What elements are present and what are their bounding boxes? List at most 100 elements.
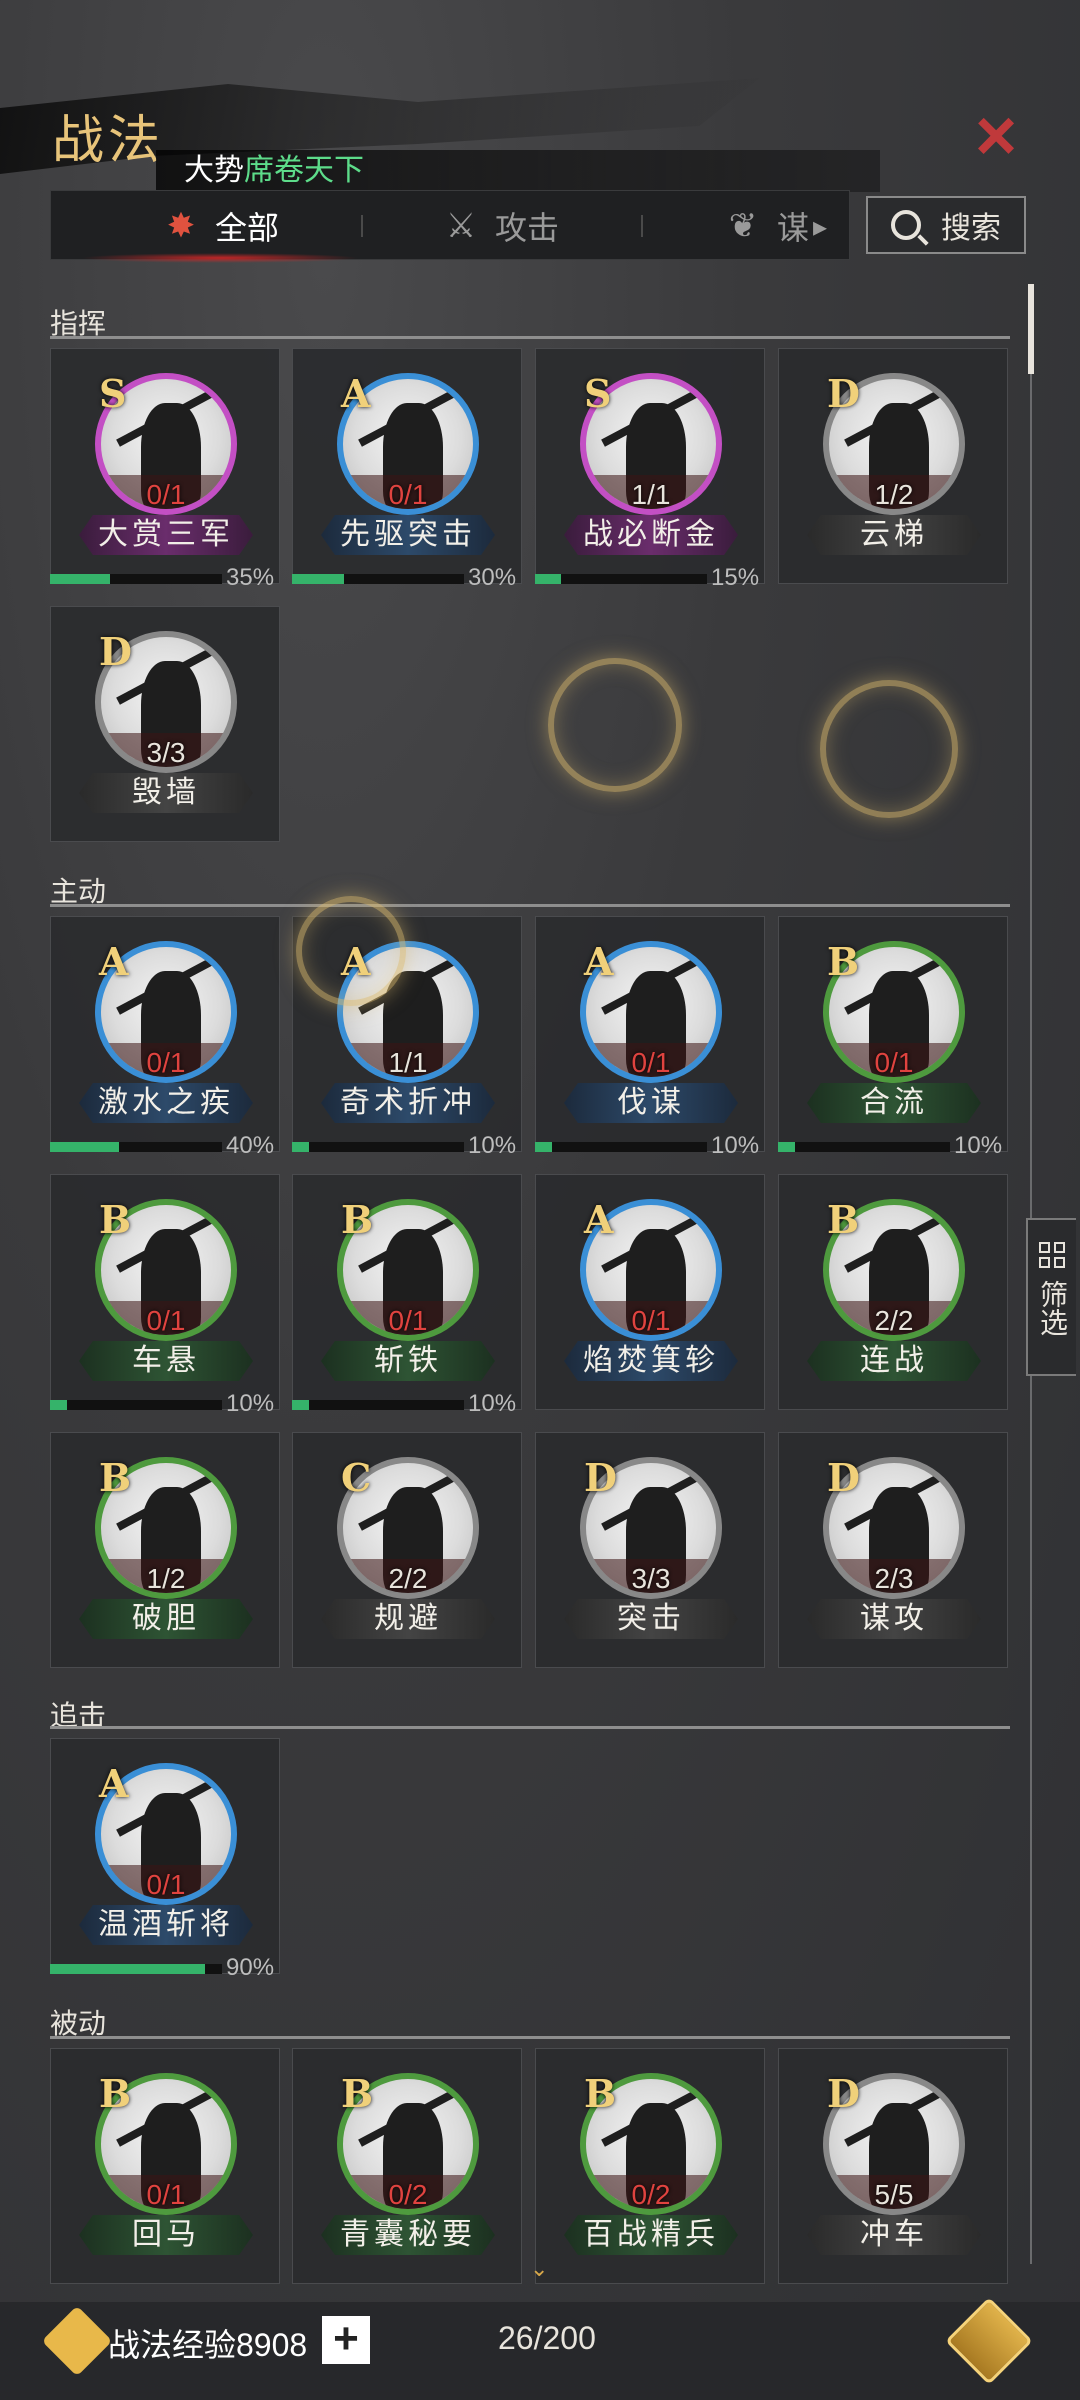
tactic-name: 车悬	[79, 1341, 253, 1381]
grade-badge: S	[584, 371, 612, 416]
tactic-count: 1/1	[388, 1047, 428, 1078]
unlock-progress-percent: 30%	[468, 564, 517, 591]
tactic-card[interactable]: A 0/1 焰焚箕轸	[535, 1174, 765, 1410]
tactic-card[interactable]: A 0/1 伐谋	[535, 916, 765, 1152]
tactic-card[interactable]: S 1/1 战必断金	[535, 348, 765, 584]
category-tabs: ✸ 全部 ⚔ 攻击 ❦ 谋 ▸	[50, 190, 850, 263]
tactic-count: 1/2	[146, 1563, 186, 1594]
tactic-exp-label: 战法经验8908	[108, 2327, 308, 2363]
tactic-count: 1/1	[631, 479, 671, 510]
section-divider	[50, 1726, 1010, 1729]
unlock-progress-percent: 10%	[468, 1390, 517, 1417]
tactic-card[interactable]: C 2/2 规避	[292, 1432, 522, 1668]
unlock-progress-fill	[50, 1400, 68, 1410]
tactic-name: 伐谋	[564, 1083, 738, 1123]
tactic-count: 0/2	[388, 2179, 428, 2210]
add-exp-button[interactable]: +	[322, 2316, 370, 2364]
unlock-progress-fill	[292, 574, 344, 584]
grade-badge: D	[827, 1455, 860, 1500]
tactic-card[interactable]: B 0/1 合流	[778, 916, 1008, 1152]
tactic-count: 0/1	[388, 479, 428, 510]
scroll-bundle-icon: ✸	[166, 207, 196, 245]
tab-divider	[641, 215, 643, 237]
tactic-name: 斩铁	[321, 1341, 495, 1381]
tactic-name: 温酒斩将	[79, 1905, 253, 1945]
tactic-count: 0/1	[146, 2179, 186, 2210]
glow-ring-effect	[820, 680, 958, 818]
tab-divider	[361, 215, 363, 237]
tactic-card[interactable]: D 1/2 云梯	[778, 348, 1008, 584]
unlock-progress-percent: 15%	[711, 564, 760, 591]
grade-badge: A	[584, 1197, 614, 1242]
unlock-progress-fill	[535, 574, 561, 584]
tab-all[interactable]: ✸ 全部	[80, 191, 360, 263]
tactic-name: 青囊秘要	[321, 2215, 495, 2255]
tactic-card[interactable]: B 0/1 车悬	[50, 1174, 280, 1410]
grade-badge: B	[99, 2071, 132, 2116]
tactic-card[interactable]: A 0/1 温酒斩将	[50, 1738, 280, 1974]
tactic-card[interactable]: A 0/1 激水之疾	[50, 916, 280, 1152]
tactic-count: 3/3	[146, 737, 186, 768]
search-button[interactable]: 搜索	[866, 196, 1026, 254]
scrollbar-thumb[interactable]	[1028, 284, 1034, 374]
tactic-card[interactable]: B 1/2 破胆	[50, 1432, 280, 1668]
season-banner: 大势席卷天下	[156, 150, 880, 192]
tactic-name: 连战	[807, 1341, 981, 1381]
feather-icon: ❦	[728, 207, 758, 245]
tab-attack[interactable]: ⚔ 攻击	[441, 191, 559, 261]
unlock-progress-fill	[292, 1400, 310, 1410]
section-divider	[50, 336, 1010, 339]
filter-label: 筛选	[1037, 1280, 1068, 1336]
tactic-count: 3/3	[631, 1563, 671, 1594]
unlock-progress-fill	[50, 574, 111, 584]
tactic-card[interactable]: B 0/2 百战精兵	[535, 2048, 765, 2284]
tactic-name: 百战精兵	[564, 2215, 738, 2255]
tactic-name: 突击	[564, 1599, 738, 1639]
tactic-card[interactable]: S 0/1 大赏三军	[50, 348, 280, 584]
close-icon[interactable]: ×	[964, 100, 1028, 172]
tab-strategy[interactable]: ❦ 谋 ▸	[723, 191, 827, 261]
tactic-count: 0/1	[146, 1305, 186, 1336]
tab-label: 攻击	[495, 210, 560, 246]
unlock-progress-bar	[292, 1142, 464, 1152]
tactic-card[interactable]: D 5/5 冲车	[778, 2048, 1008, 2284]
grade-badge: S	[99, 371, 127, 416]
scroll-down-hint-icon: ⌄	[530, 2256, 549, 2281]
tactic-count: 5/5	[874, 2179, 914, 2210]
tabs-more-arrow-icon[interactable]: ▸	[813, 210, 827, 243]
tactic-count: 0/1	[631, 1047, 671, 1078]
section-divider	[50, 2036, 1010, 2039]
grade-badge: B	[827, 939, 860, 984]
grade-badge: A	[99, 939, 129, 984]
grade-badge: B	[99, 1197, 132, 1242]
unlock-progress-bar	[50, 574, 222, 584]
unlock-progress-bar	[50, 1964, 222, 1974]
unlock-progress-percent: 90%	[226, 1954, 275, 1981]
unlock-progress-bar	[292, 1400, 464, 1410]
grade-badge: D	[827, 371, 860, 416]
tactic-name: 冲车	[807, 2215, 981, 2255]
glow-ring-effect	[548, 658, 682, 792]
tactic-name: 破胆	[79, 1599, 253, 1639]
tactic-card[interactable]: B 0/2 青囊秘要	[292, 2048, 522, 2284]
tactic-card[interactable]: D 3/3 突击	[535, 1432, 765, 1668]
grade-badge: A	[341, 371, 371, 416]
unlock-progress-bar	[50, 1400, 222, 1410]
unlock-progress-fill	[778, 1142, 796, 1152]
grade-badge: D	[99, 629, 132, 674]
tactic-card[interactable]: A 0/1 先驱突击	[292, 348, 522, 584]
unlock-progress-percent: 10%	[226, 1390, 275, 1417]
season-name: 席卷天下	[244, 154, 364, 187]
tactic-card[interactable]: D 3/3 毁墙	[50, 606, 280, 842]
tactic-card[interactable]: B 2/2 连战	[778, 1174, 1008, 1410]
tactic-card[interactable]: B 0/1 回马	[50, 2048, 280, 2284]
tactic-capacity: 26/200	[498, 2320, 596, 2356]
unlock-progress-bar	[535, 574, 707, 584]
filter-button[interactable]: 筛选	[1026, 1218, 1076, 1376]
grid-icon	[1039, 1242, 1065, 1268]
tactic-name: 回马	[79, 2215, 253, 2255]
grade-badge: D	[827, 2071, 860, 2116]
tactic-name: 规避	[321, 1599, 495, 1639]
tactic-card[interactable]: D 2/3 谋攻	[778, 1432, 1008, 1668]
tactic-card[interactable]: B 0/1 斩铁	[292, 1174, 522, 1410]
